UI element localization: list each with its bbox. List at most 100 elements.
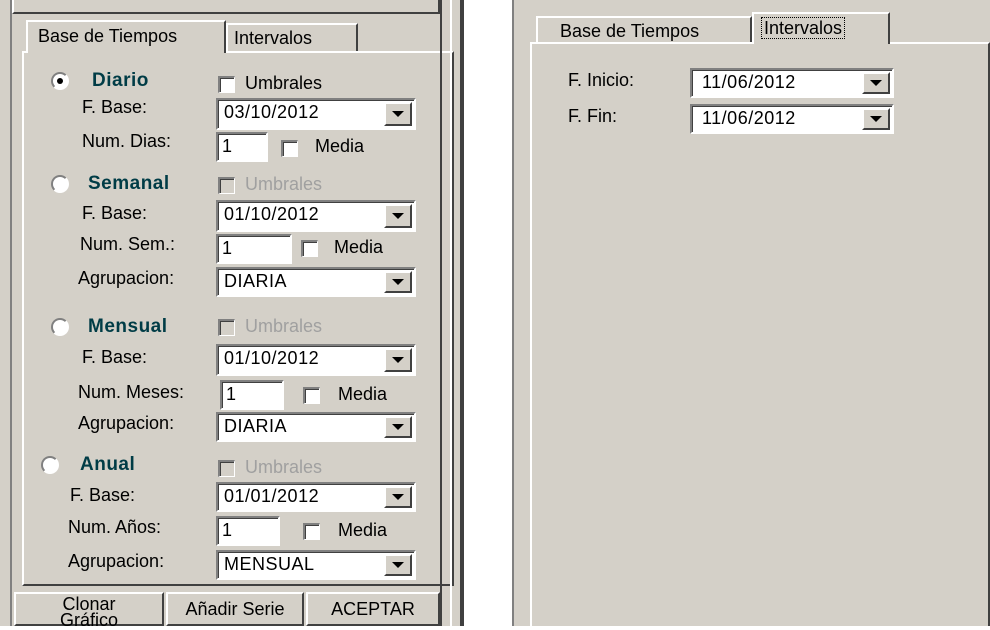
combo-dropdown-button[interactable]	[862, 72, 890, 94]
mensual-num-label: Num. Meses:	[78, 382, 185, 402]
chevron-down-icon	[392, 357, 404, 363]
combo-value: 01/01/2012	[224, 486, 320, 506]
inicio-label: F. Inicio:	[568, 70, 635, 90]
mensual-radio[interactable]	[51, 318, 69, 336]
tab-base-de-tiempos[interactable]: Base de Tiempos	[26, 20, 226, 53]
clonar-grafico-button[interactable]: Clonar Gráfico	[14, 592, 164, 629]
chevron-down-icon	[392, 562, 404, 568]
combo-value: 01/10/2012	[224, 204, 320, 224]
button-label: ACEPTAR	[331, 599, 415, 619]
semanal-num-input[interactable]: 1	[216, 234, 292, 264]
button-label: Añadir Serie	[185, 599, 285, 619]
tab-label: Intervalos	[234, 28, 313, 48]
diario-num-label: Num. Dias:	[82, 131, 172, 151]
mensual-media-checkbox[interactable]	[303, 387, 320, 404]
semanal-media-label: Media	[334, 237, 384, 257]
fin-combo[interactable]: 11/06/2012	[690, 104, 894, 134]
anual-umbrales-checkbox[interactable]	[218, 460, 235, 477]
mensual-umbrales-label: Umbrales	[245, 316, 323, 336]
fin-label: F. Fin:	[568, 106, 618, 126]
diario-fbase-combo[interactable]: 03/10/2012	[216, 98, 416, 130]
anual-title: Anual	[80, 454, 136, 475]
semanal-num-label: Num. Sem.:	[80, 234, 176, 254]
chevron-down-icon	[392, 111, 404, 117]
diario-umbrales-label: Umbrales	[245, 73, 323, 93]
splitter-line	[440, 0, 442, 626]
left-panel: Base de Tiempos Intervalos Diario Umbral…	[0, 0, 464, 629]
anual-num-input[interactable]: 1	[216, 516, 280, 546]
anual-agrup-combo[interactable]: MENSUAL	[216, 550, 416, 580]
input-value: 1	[226, 384, 237, 404]
diario-title: Diario	[92, 70, 149, 91]
chevron-down-icon	[870, 116, 882, 122]
chevron-down-icon	[392, 494, 404, 500]
diario-fbase-label: F. Base:	[82, 97, 148, 117]
tab-label: Base de Tiempos	[560, 21, 700, 41]
combo-dropdown-button[interactable]	[384, 204, 412, 228]
semanal-agrup-combo[interactable]: DIARIA	[216, 267, 416, 297]
diario-umbrales-checkbox[interactable]	[218, 76, 235, 93]
chevron-down-icon	[392, 213, 404, 219]
anual-fbase-combo[interactable]: 01/01/2012	[216, 482, 416, 512]
combo-dropdown-button[interactable]	[384, 271, 412, 293]
diario-radio[interactable]	[51, 72, 69, 90]
semanal-agrup-label: Agrupacion:	[78, 268, 175, 288]
combo-value: 01/10/2012	[224, 348, 320, 368]
semanal-title: Semanal	[88, 173, 170, 194]
combo-dropdown-button[interactable]	[384, 416, 412, 438]
semanal-media-checkbox[interactable]	[301, 240, 318, 257]
anual-num-label: Num. Años:	[68, 517, 162, 537]
anual-media-checkbox[interactable]	[303, 523, 320, 540]
tab-intervalos[interactable]: Intervalos	[752, 12, 890, 44]
chevron-down-icon	[870, 80, 882, 86]
radio-dot	[57, 78, 63, 84]
anual-agrup-label: Agrupacion:	[68, 551, 165, 571]
inicio-combo[interactable]: 11/06/2012	[690, 68, 894, 98]
tab-intervalos[interactable]: Intervalos	[226, 23, 358, 51]
tab-label: Base de Tiempos	[38, 26, 178, 46]
anadir-serie-button[interactable]: Añadir Serie	[166, 592, 304, 626]
semanal-radio[interactable]	[51, 175, 69, 193]
combo-dropdown-button[interactable]	[384, 348, 412, 372]
combo-value: 11/06/2012	[702, 108, 796, 128]
top-frame-edge	[12, 0, 440, 14]
input-value: 1	[222, 136, 233, 156]
mensual-media-label: Media	[338, 384, 388, 404]
diario-num-input[interactable]: 1	[216, 132, 268, 162]
combo-value: DIARIA	[224, 416, 288, 436]
splitter-highlight	[450, 0, 452, 626]
mensual-fbase-label: F. Base:	[82, 347, 148, 367]
chevron-down-icon	[392, 279, 404, 285]
combo-dropdown-button[interactable]	[862, 108, 890, 130]
right-panel: Base de Tiempos Intervalos F. Inicio: 11…	[512, 0, 990, 626]
combo-dropdown-button[interactable]	[384, 554, 412, 576]
anual-radio[interactable]	[41, 456, 59, 474]
splitter-shadow	[460, 0, 464, 626]
combo-value: DIARIA	[224, 271, 288, 291]
mensual-agrup-label: Agrupacion:	[78, 413, 175, 433]
mensual-fbase-combo[interactable]: 01/10/2012	[216, 344, 416, 376]
mensual-num-input[interactable]: 1	[220, 380, 284, 410]
left-edge	[10, 0, 12, 626]
combo-value: 03/10/2012	[224, 102, 320, 122]
right-left-edge	[512, 0, 514, 626]
diario-media-label: Media	[315, 136, 365, 156]
anual-media-label: Media	[338, 520, 388, 540]
tab-base-de-tiempos[interactable]: Base de Tiempos	[536, 16, 752, 44]
combo-dropdown-button[interactable]	[384, 486, 412, 508]
semanal-fbase-label: F. Base:	[82, 203, 148, 223]
semanal-umbrales-checkbox[interactable]	[218, 177, 235, 194]
combo-value: MENSUAL	[224, 554, 315, 574]
semanal-fbase-combo[interactable]: 01/10/2012	[216, 200, 416, 232]
tab-label: Intervalos	[760, 17, 846, 39]
mensual-agrup-combo[interactable]: DIARIA	[216, 412, 416, 442]
diario-media-checkbox[interactable]	[281, 140, 298, 157]
input-value: 1	[222, 238, 233, 258]
mensual-umbrales-checkbox[interactable]	[218, 319, 235, 336]
aceptar-button[interactable]: ACEPTAR	[306, 592, 440, 626]
chevron-down-icon	[392, 424, 404, 430]
mensual-title: Mensual	[88, 316, 168, 337]
combo-dropdown-button[interactable]	[384, 102, 412, 126]
combo-value: 11/06/2012	[702, 72, 796, 92]
anual-fbase-label: F. Base:	[70, 485, 136, 505]
